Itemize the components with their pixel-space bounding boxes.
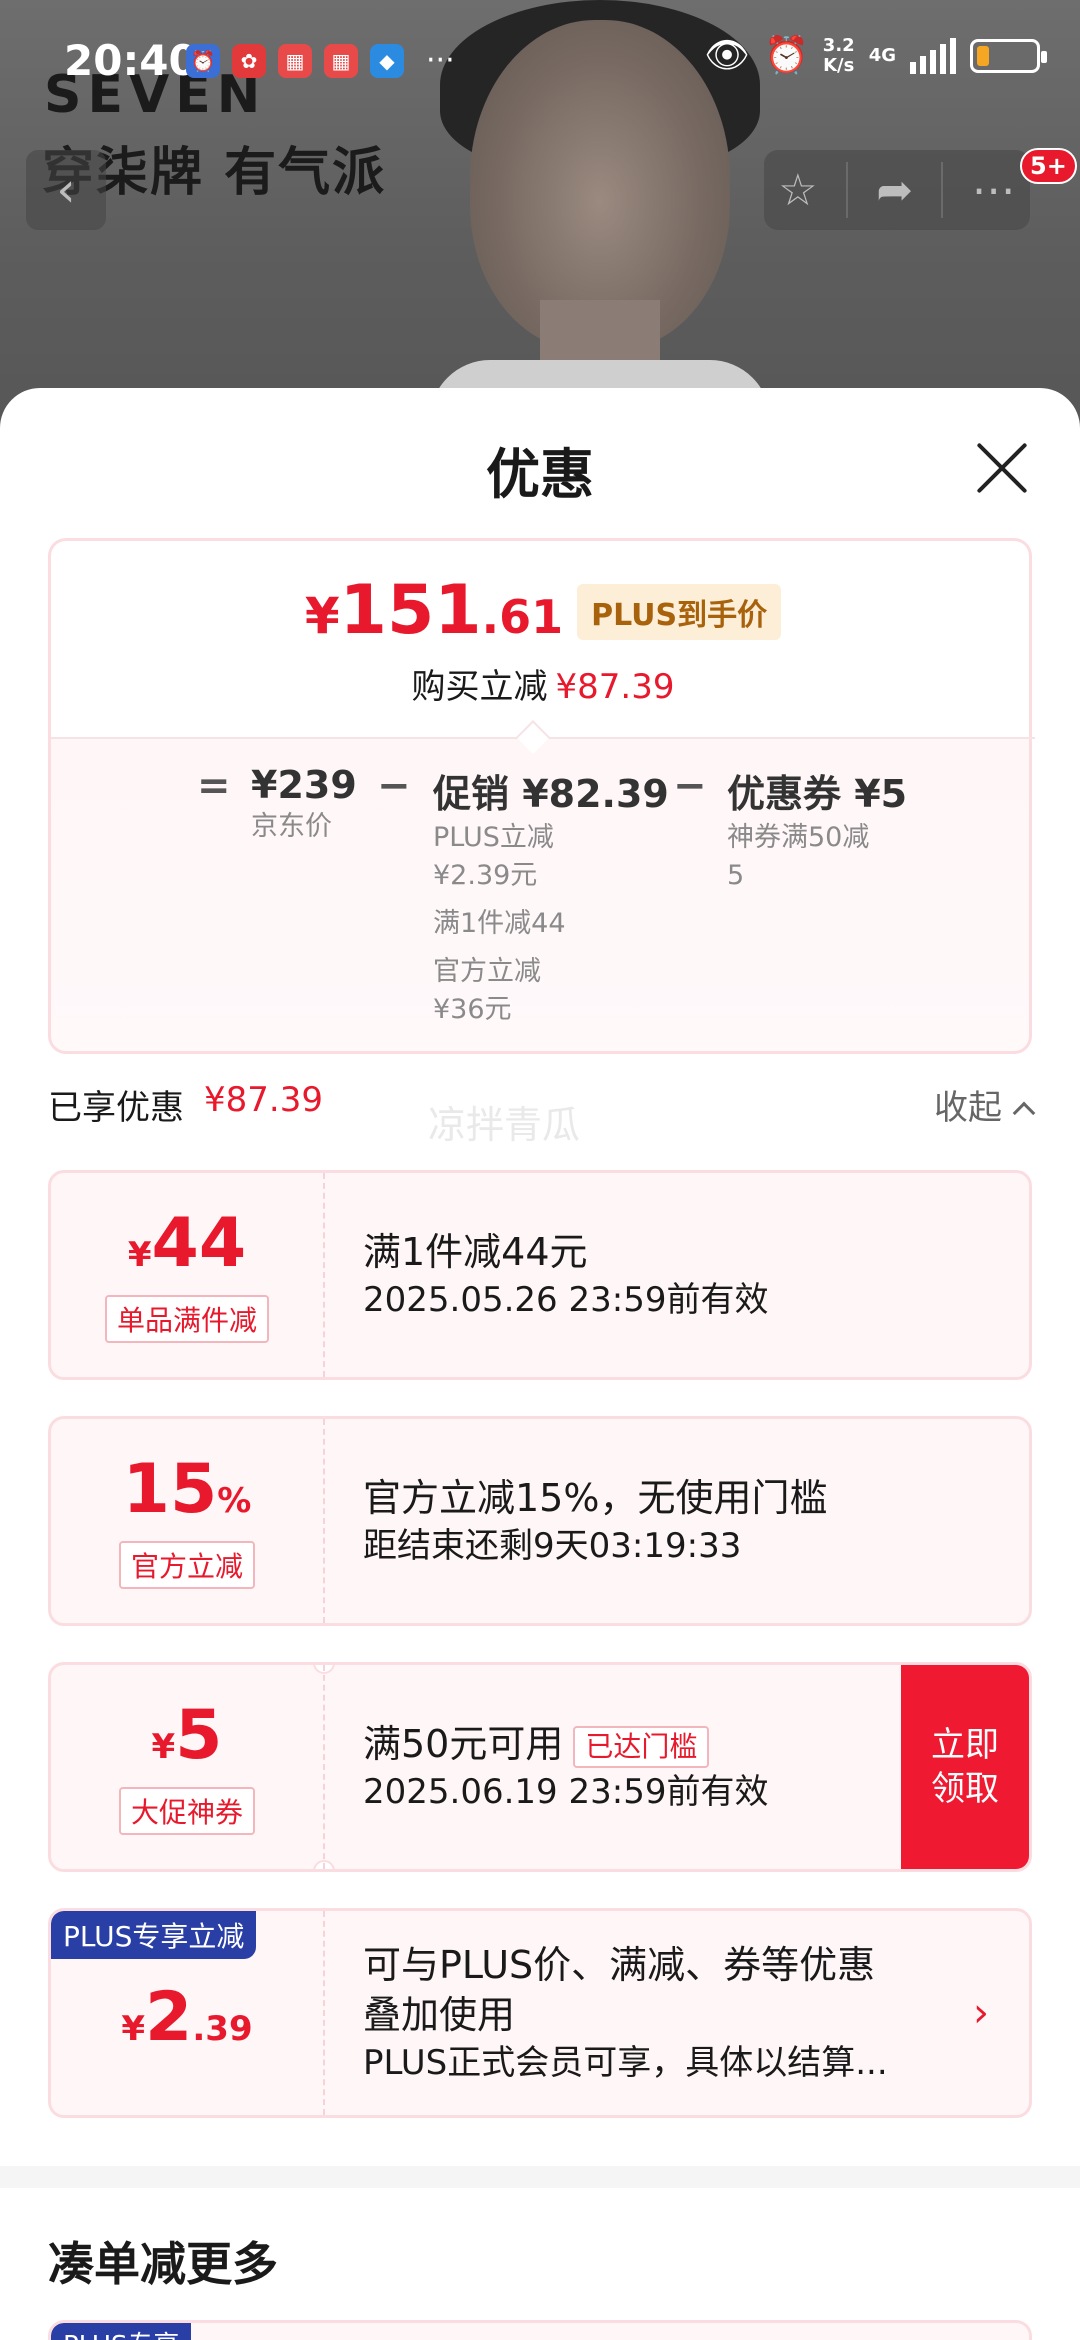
huawei-icon: ✿ [232, 44, 266, 78]
coupon-note: PLUS正式会员可享，具体以结算... [363, 2043, 888, 2083]
collapse-button[interactable]: 收起 [934, 1080, 1036, 1129]
coupon-card[interactable]: PLUS专享 [48, 2320, 1032, 2340]
enjoyed-discount-row: 已享优惠 ¥87.39 凉拌青瓜 收起 [48, 1080, 1036, 1147]
threshold-met-tag: 已达门槛 [573, 1725, 710, 1768]
divider [323, 1911, 325, 2115]
coupon-value: 15% [122, 1449, 252, 1529]
plus-discount-card[interactable]: PLUS专享立减 ¥2.39 可与PLUS价、满减、券等优惠 叠加使用 PLUS… [48, 1908, 1032, 2118]
promo-line: 满1件减44 [433, 908, 566, 939]
alarm-clock-icon: ⏰ [763, 35, 809, 76]
share-icon[interactable]: ➦ [876, 165, 913, 216]
jd-price-label: 京东价 [251, 811, 332, 842]
section-divider [0, 2166, 1080, 2188]
shield-icon: ◆ [370, 44, 404, 78]
plus-ribbon: PLUS专享 [51, 2323, 192, 2340]
coupon-value-area: ¥44 单品满件减 [51, 1173, 323, 1377]
promo-line: ¥2.39元 [433, 860, 538, 891]
coupon-title: 官方立减15%，无使用门槛 [363, 1476, 828, 1520]
signal-icon [910, 38, 956, 74]
coupon-info: 满50元可用 已达门槛 2025.06.19 23:59前有效 [363, 1665, 768, 1869]
divider [323, 1665, 325, 1869]
alarm-icon: ⏰ [186, 44, 220, 78]
coupon-line: 5 [727, 860, 745, 891]
eye-comfort-icon: 👁 [704, 35, 750, 76]
coupon-title: 满1件减44元 [363, 1230, 588, 1274]
more-notifications-icon: ··· [426, 43, 455, 78]
coupon-type-tag: 单品满件减 [104, 1294, 269, 1343]
enjoyed-amount: ¥87.39 [204, 1080, 323, 1120]
coupon-info: 可与PLUS价、满减、券等优惠 叠加使用 PLUS正式会员可享，具体以结算... [363, 1911, 963, 2115]
chevron-right-icon[interactable]: › [973, 1990, 989, 2036]
top-action-group: ☆ ➦ ⋯ [764, 150, 1030, 230]
status-time: 20:40 [64, 36, 198, 85]
coupon-value-area: ¥5 大促神券 [51, 1665, 323, 1869]
promo-column: 促销 ¥82.39 PLUS立减 ¥2.39元 满1件减44 官方立减 ¥36元 [433, 763, 669, 1028]
coupon-title: 叠加使用 [363, 1993, 516, 2037]
battery-icon [970, 39, 1047, 73]
coupon-validity: 2025.05.26 23:59前有效 [363, 1280, 769, 1320]
coupon-card[interactable]: 15% 官方立减 官方立减15%，无使用门槛 距结束还剩9天03:19:33 [48, 1416, 1032, 1626]
claim-coupon-button[interactable]: 立即领取 [901, 1665, 1029, 1869]
coupon-value: ¥5 [151, 1695, 223, 1775]
plus-price-tag: PLUS到手价 [577, 584, 782, 640]
coupon-card[interactable]: ¥44 单品满件减 满1件减44元 2025.05.26 23:59前有效 [48, 1170, 1032, 1380]
promo-total: 促销 ¥82.39 [433, 772, 669, 816]
chevron-left-icon: ‹ [56, 162, 76, 218]
more-options-icon[interactable]: ⋯ [972, 165, 1016, 216]
chevron-up-icon [1012, 1101, 1036, 1125]
coupon-value: ¥44 [127, 1203, 247, 1283]
promo-line: 官方立减 [433, 956, 541, 987]
discount-sheet: 优惠 ¥151.61 PLUS到手价 购买立减 ¥87.39 = ¥239 京东价… [0, 388, 1080, 2340]
coupon-total: 优惠券 ¥5 [727, 772, 908, 816]
notes-icon: ▦ [324, 44, 358, 78]
enjoyed-label: 已享优惠 [48, 1088, 184, 1128]
promo-line: PLUS立减 [433, 822, 554, 853]
divider [941, 162, 944, 218]
close-button[interactable] [974, 440, 1030, 496]
network-type: 4G [868, 45, 896, 66]
equals-sign: = [197, 763, 231, 809]
coupon-line: 神券满50减 [727, 822, 870, 853]
divider [323, 1173, 325, 1377]
notification-icons: ⏰ ✿ ▦ ▦ ◆ ··· [186, 44, 455, 78]
divider [323, 1419, 325, 1623]
price-formula: = ¥239 京东价 − 促销 ¥82.39 PLUS立减 ¥2.39元 满1件… [51, 763, 1035, 1043]
coupon-column: 优惠券 ¥5 神券满50减 5 [727, 763, 907, 894]
minus-sign: − [673, 763, 707, 809]
coupon-type-tag: 官方立减 [118, 1540, 255, 1589]
promo-line: ¥36元 [433, 994, 512, 1025]
total-reduction: 购买立减 ¥87.39 [411, 667, 675, 707]
coupon-value: ¥2.39 [121, 1977, 253, 2057]
coupon-validity: 2025.06.19 23:59前有效 [363, 1772, 769, 1812]
coupon-value-area: ¥2.39 [51, 1911, 323, 2115]
status-bar: 20:40 ⏰ ✿ ▦ ▦ ◆ ··· 👁 ⏰ 3.2 K/s 4G [0, 0, 1080, 120]
pointer-notch [516, 720, 550, 754]
notes-icon: ▦ [278, 44, 312, 78]
coupon-card: ¥5 大促神券 满50元可用 已达门槛 2025.06.19 23:59前有效 立… [48, 1662, 1032, 1872]
minus-sign: − [377, 763, 411, 809]
back-button[interactable]: ‹ [26, 150, 106, 230]
status-indicators: 👁 ⏰ 3.2 K/s 4G [704, 35, 1047, 76]
coupon-info: 官方立减15%，无使用门槛 距结束还剩9天03:19:33 [363, 1419, 827, 1623]
coupon-title: 可与PLUS价、满减、券等优惠 [363, 1943, 876, 1987]
coupon-type-tag: 大促神券 [118, 1786, 255, 1835]
coupon-title: 满50元可用 已达门槛 [363, 1719, 768, 1769]
final-price: ¥151.61 [304, 571, 564, 650]
coupon-info: 满1件减44元 2025.05.26 23:59前有效 [363, 1173, 768, 1377]
coupon-value-area: 15% 官方立减 [51, 1419, 323, 1623]
sheet-title: 优惠 [486, 443, 594, 506]
jd-price: ¥239 [251, 763, 357, 807]
price-summary-card: ¥151.61 PLUS到手价 购买立减 ¥87.39 = ¥239 京东价 − … [48, 538, 1035, 1054]
message-badge: 5+ [1020, 148, 1077, 184]
divider [845, 162, 848, 218]
watermark: 凉拌青瓜 [428, 1103, 581, 1147]
network-speed: 3.2 K/s [822, 35, 855, 76]
jd-price-column: ¥239 京东价 [251, 763, 357, 845]
coupon-countdown: 距结束还剩9天03:19:33 [363, 1526, 742, 1566]
favorite-star-icon[interactable]: ☆ [778, 165, 817, 216]
section-title: 凑单减更多 [48, 2237, 278, 2291]
final-price-row: ¥151.61 PLUS到手价 [51, 571, 1035, 650]
